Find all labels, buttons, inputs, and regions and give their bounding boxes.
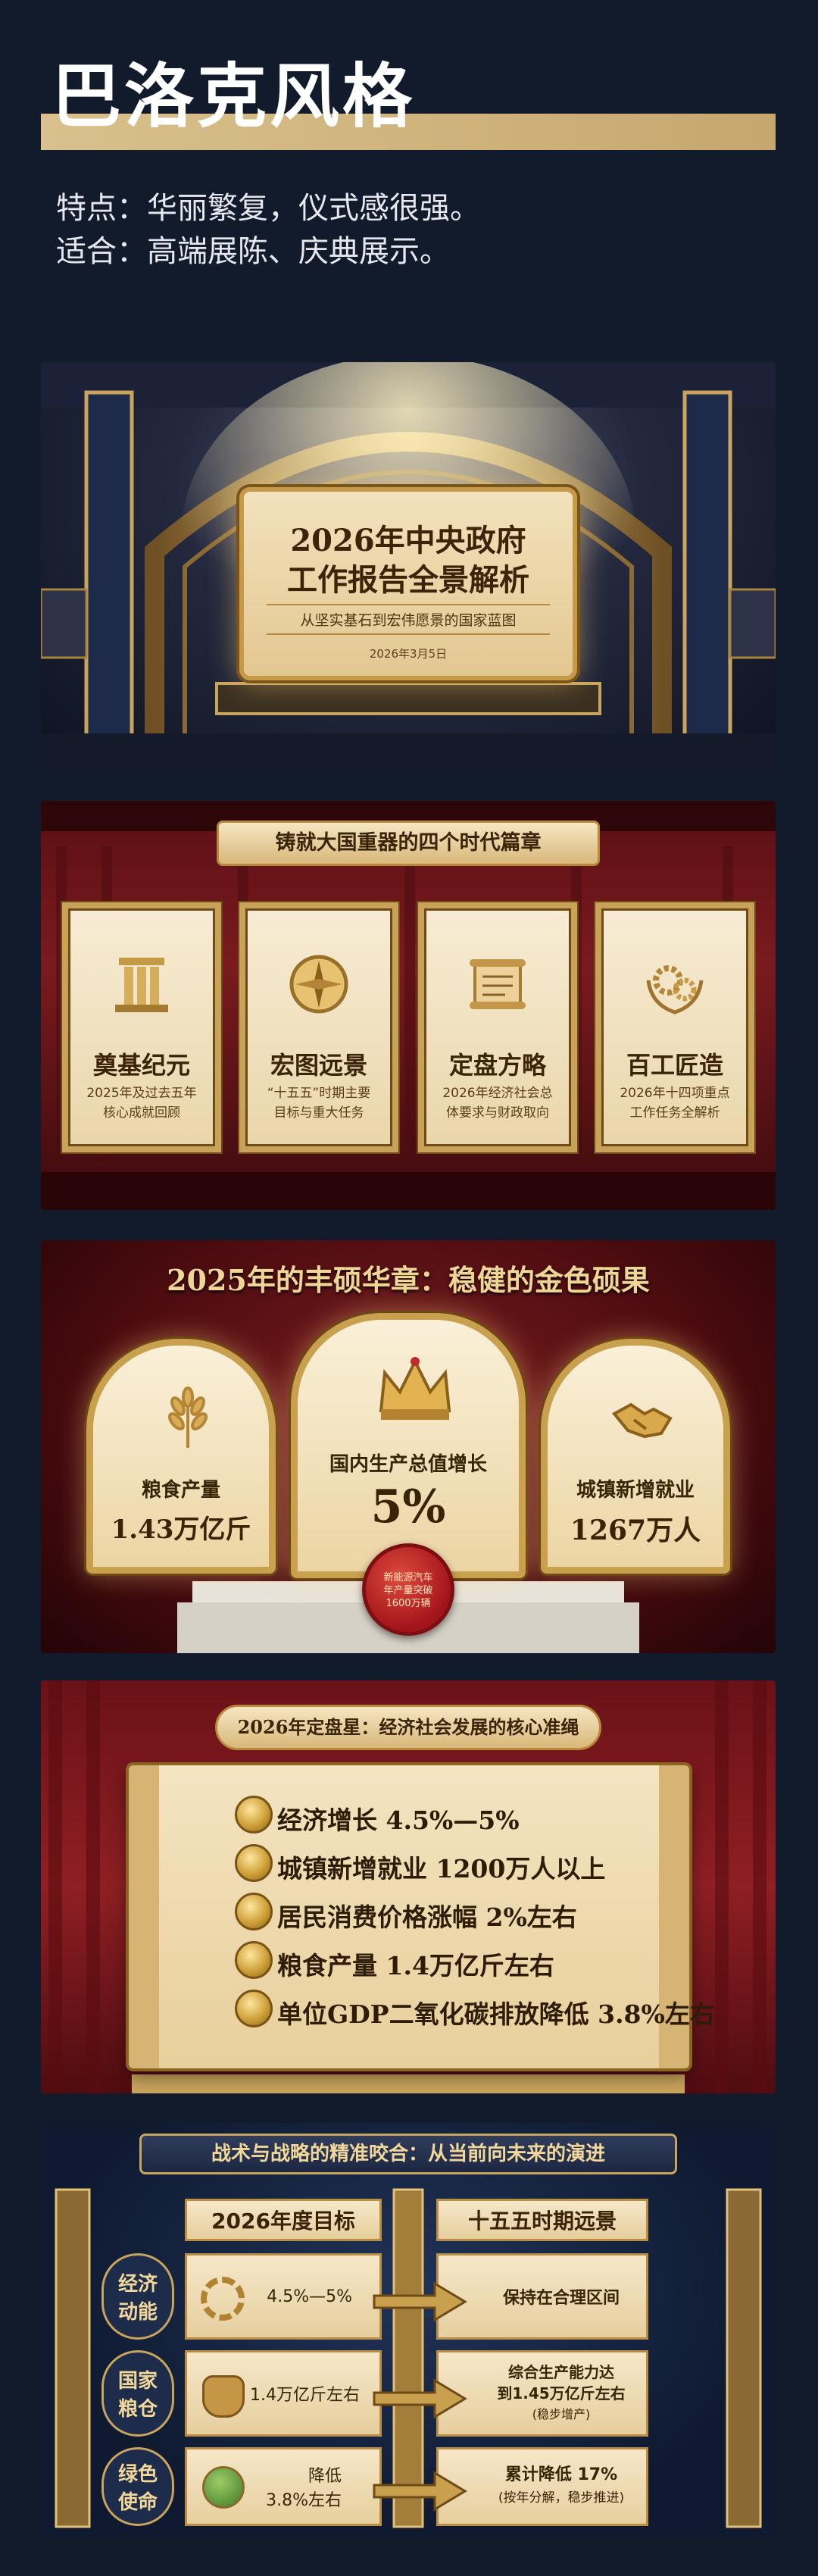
urban-jobs-value: 1267万人 — [570, 1515, 701, 1546]
chapter-desc-2: 核心成就回顾 — [103, 1105, 180, 1121]
vision-cell-economy: 保持在合理区间 — [436, 2253, 648, 2340]
row-label-line: 动能 — [117, 2301, 158, 2324]
row-label-line: 国家 — [117, 2370, 158, 2393]
vision-cell-green: 累计降低 17% (按年分解，稳步推进) — [436, 2447, 648, 2526]
pillar-icon — [104, 946, 180, 1022]
column-header-15th-plan: 十五五时期远景 — [436, 2199, 648, 2241]
vision-cell-grain: 综合生产能力达 到1.45万亿斤左右 (稳步增产) — [436, 2350, 648, 2437]
chapter-title: 百工匠造 — [626, 1051, 723, 1080]
slide-cover: 2026年中央政府 工作报告全景解析 从坚实基石到宏伟愿景的国家蓝图 2026年… — [41, 362, 776, 771]
row-label-line: 经济 — [117, 2273, 158, 2296]
vision-value: 保持在合理区间 — [502, 2289, 620, 2308]
chapter-title: 奠基纪元 — [92, 1051, 190, 1080]
chapter-card: 百工匠造 2026年十四项重点 工作任务全解析 — [595, 902, 754, 1152]
target-item: 单位GDP二氧化碳排放降低 3.8%左右 — [277, 1999, 715, 2029]
vision-value: 累计降低 17% — [504, 2465, 618, 2484]
gears-laurel-icon — [637, 946, 713, 1022]
seal-line3: 1600万辆 — [386, 1598, 431, 1609]
scroll-icon — [460, 946, 535, 1022]
gold-medal-icon — [235, 1941, 273, 1979]
seal-line2: 年产量突破 — [383, 1585, 433, 1596]
goal-cell-green: 降低 3.8%左右 — [185, 2447, 382, 2526]
wheat-icon — [154, 1383, 222, 1455]
slide-four-chapters: 铸就大国重器的四个时代篇章 奠基纪元 2025年及过去五年 核心成就回顾 宏图远… — [41, 801, 776, 1210]
targets-banner: 2026年定盘星：经济社会发展的核心准绳 — [215, 1705, 601, 1750]
column-header-2026: 2026年度目标 — [185, 2199, 382, 2241]
row-label-grain: 国家 粮仓 — [101, 2350, 174, 2437]
goal-value: 3.8%左右 — [266, 2491, 342, 2510]
chapter-desc-1: 2026年经济社会总 — [442, 1086, 553, 1101]
grain-output-card: 粮食产量 1.43万亿斤 — [86, 1339, 276, 1574]
compass-icon — [281, 946, 357, 1022]
grain-output-value: 1.43万亿斤 — [111, 1515, 251, 1545]
row-label-line: 绿色 — [117, 2463, 158, 2486]
cover-date: 2026年3月5日 — [369, 647, 448, 661]
handshake-icon — [608, 1383, 676, 1455]
cover-title-line1: 2026年中央政府 — [290, 523, 526, 558]
slide-tactics-strategy: 战术与战略的精准咬合：从当前向未来的演进 2026年度目标 十五五时期远景 经济… — [41, 2123, 776, 2536]
slide-2025-achievements: 2025年的丰硕华章：稳健的金色硕果 粮食产量 1.43万亿斤 国内生产总值增长… — [41, 1240, 776, 1653]
gold-medal-icon — [235, 1796, 273, 1834]
gdp-growth-card: 国内生产总值增长 5% — [291, 1313, 526, 1578]
chapter-card: 奠基纪元 2025年及过去五年 核心成就回顾 — [62, 902, 221, 1152]
row-label-green: 绿色 使命 — [101, 2447, 174, 2526]
goal-value: 降低 — [308, 2467, 342, 2486]
vision-note: (按年分解，稳步推进) — [498, 2490, 625, 2506]
feature-line: 特点：华丽繁复，仪式感很强。 — [56, 191, 480, 226]
target-item: 经济增长 4.5%—5% — [277, 1805, 520, 1835]
target-item: 粮食产量 1.4万亿斤左右 — [277, 1951, 554, 1980]
chapter-title: 宏图远景 — [270, 1051, 367, 1080]
cover-subtitle: 从坚实基石到宏伟愿景的国家蓝图 — [267, 604, 550, 635]
gdp-growth-label: 国内生产总值增长 — [329, 1453, 487, 1476]
goal-value: 1.4万亿斤左右 — [250, 2386, 360, 2405]
chapter-card: 宏图远景 “十五五”时期主要 目标与重大任务 — [239, 902, 398, 1152]
page-title: 巴洛克风格 — [52, 56, 416, 137]
chapter-desc-2: 目标与重大任务 — [273, 1105, 364, 1121]
vision-note: (稳步增产) — [532, 2407, 591, 2421]
crown-icon — [373, 1350, 457, 1429]
chapter-desc-1: 2025年及过去五年 — [86, 1086, 197, 1101]
chapters-banner: 铸就大国重器的四个时代篇章 — [217, 821, 600, 866]
gear-chart-icon — [201, 2277, 245, 2321]
gold-medal-icon — [235, 1844, 273, 1882]
vision-value: 综合生产能力达 — [508, 2363, 614, 2381]
cover-title-line2: 工作报告全景解析 — [287, 562, 529, 598]
row-label-line: 粮仓 — [117, 2398, 158, 2421]
wax-seal: 新能源汽车 年产量突破 1600万辆 — [362, 1543, 454, 1636]
urban-jobs-card: 城镇新增就业 1267万人 — [541, 1339, 730, 1574]
green-globe-icon — [202, 2466, 245, 2509]
chapter-desc-2: 体要求与财政取向 — [446, 1105, 549, 1121]
gdp-growth-value: 5% — [370, 1480, 446, 1533]
cover-plaque: 2026年中央政府 工作报告全景解析 从坚实基石到宏伟愿景的国家蓝图 2026年… — [239, 487, 577, 680]
row-label-line: 使命 — [117, 2491, 158, 2514]
chapter-desc-1: 2026年十四项重点 — [620, 1086, 730, 1101]
chapter-desc-1: “十五五”时期主要 — [267, 1086, 371, 1101]
vision-value: 到1.45万亿斤左右 — [497, 2384, 626, 2402]
gold-medal-icon — [235, 1990, 273, 2027]
usage-line: 适合：高端展陈、庆典展示。 — [56, 234, 450, 269]
chapter-card: 定盘方略 2026年经济社会总 体要求与财政取向 — [418, 902, 577, 1152]
goal-value: 4.5%—5% — [267, 2287, 352, 2306]
goal-cell-economy: 4.5%—5% — [185, 2253, 382, 2340]
slide-2026-targets: 2026年定盘星：经济社会发展的核心准绳 经济增长 4.5%—5% 城镇新增就业… — [41, 1680, 776, 2093]
row-label-economy: 经济 动能 — [101, 2253, 174, 2340]
grain-sack-icon — [202, 2375, 245, 2418]
seal-line1: 新能源汽车 — [383, 1572, 433, 1583]
target-item: 居民消费价格涨幅 2%左右 — [277, 1902, 577, 1932]
target-item: 城镇新增就业 1200万人以上 — [277, 1854, 606, 1884]
gold-medal-icon — [235, 1893, 273, 1930]
urban-jobs-label: 城镇新增就业 — [576, 1479, 695, 1502]
grain-output-label: 粮食产量 — [141, 1479, 220, 1502]
goal-cell-grain: 1.4万亿斤左右 — [185, 2350, 382, 2437]
chapter-title: 定盘方略 — [448, 1051, 546, 1080]
chapter-desc-2: 工作任务全解析 — [629, 1105, 720, 1121]
